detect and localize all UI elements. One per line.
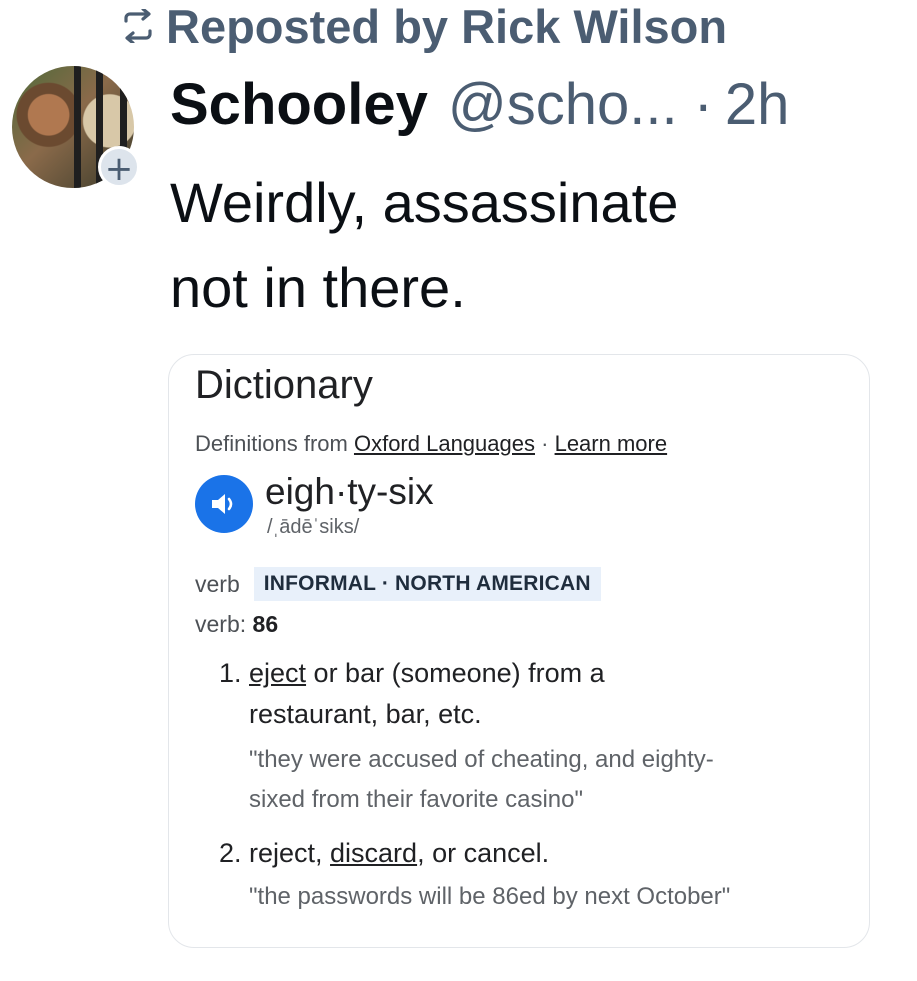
- variant-form: verb: 86: [195, 611, 278, 638]
- sense-1-example-line-2: sixed from their favorite casino": [249, 786, 583, 813]
- repost-icon: [124, 9, 152, 43]
- sense-number: 2.: [219, 838, 242, 868]
- sense-text: reject, discard, or cancel.: [219, 833, 819, 874]
- dictionary-source-line: Definitions from Oxford Languages · Lear…: [195, 431, 667, 457]
- pronunciation: /ˌādēˈsiks/: [267, 516, 360, 538]
- register-badge: INFORMAL · NORTH AMERICAN: [253, 567, 601, 601]
- oxford-languages-link[interactable]: Oxford Languages: [354, 431, 535, 456]
- author-name[interactable]: Schooley: [170, 71, 428, 138]
- source-prefix: Definitions from: [195, 431, 348, 456]
- sense-2-example: "the passwords will be 86ed by next Octo…: [249, 877, 829, 917]
- sense-1-example: "they were accused of cheating, and eigh…: [249, 740, 829, 820]
- post-text: Weirdly, assassinate not in there.: [170, 160, 890, 330]
- sense-1: 1. eject or bar (someone) from a restaur…: [219, 653, 819, 735]
- post-timestamp[interactable]: 2h: [725, 71, 790, 138]
- pronunciation-speaker-button[interactable]: [195, 475, 253, 533]
- post-text-line-1: Weirdly, assassinate: [170, 171, 679, 234]
- dictionary-title: Dictionary: [195, 363, 373, 407]
- avatar-container[interactable]: +: [12, 66, 140, 191]
- sense-text: eject or bar (someone) from a restaurant…: [219, 653, 819, 735]
- embedded-image-dictionary-card[interactable]: Dictionary Definitions from Oxford Langu…: [168, 354, 870, 948]
- source-separator: ·: [541, 431, 549, 456]
- speaker-icon: [212, 494, 233, 514]
- sense-2-suffix: , or cancel.: [417, 838, 550, 868]
- sense-2-prefix: reject,: [249, 838, 331, 868]
- author-handle[interactable]: @scho...: [448, 71, 678, 138]
- sense-1-example-line-1: "they were accused of cheating, and eigh…: [249, 746, 714, 773]
- follow-add-button[interactable]: +: [98, 146, 140, 189]
- post-header: Schooley @scho... · 2h: [170, 70, 789, 138]
- repost-label[interactable]: Reposted by Rick Wilson: [166, 0, 727, 54]
- sense-1-text-line-1: or bar (someone) from a: [306, 658, 605, 688]
- eject-link[interactable]: eject: [249, 658, 306, 688]
- variant-value: 86: [252, 611, 279, 637]
- sense-number: 1.: [219, 658, 242, 688]
- sense-2: 2. reject, discard, or cancel.: [219, 833, 819, 874]
- header-separator: ·: [693, 71, 713, 137]
- discard-link[interactable]: discard: [330, 838, 417, 868]
- sense-1-text-line-2: restaurant, bar, etc.: [249, 699, 482, 729]
- post-text-line-2: not in there.: [170, 256, 466, 319]
- learn-more-link[interactable]: Learn more: [555, 431, 668, 456]
- repost-indicator[interactable]: Reposted by Rick Wilson: [118, 0, 727, 54]
- headword: eigh·ty-six: [265, 471, 434, 512]
- part-of-speech-row: verb INFORMAL · NORTH AMERICAN: [195, 567, 601, 601]
- variant-label: verb:: [195, 611, 247, 637]
- part-of-speech: verb: [195, 570, 240, 597]
- sense-2-example-line-1: "the passwords will be 86ed by next Octo…: [249, 883, 731, 910]
